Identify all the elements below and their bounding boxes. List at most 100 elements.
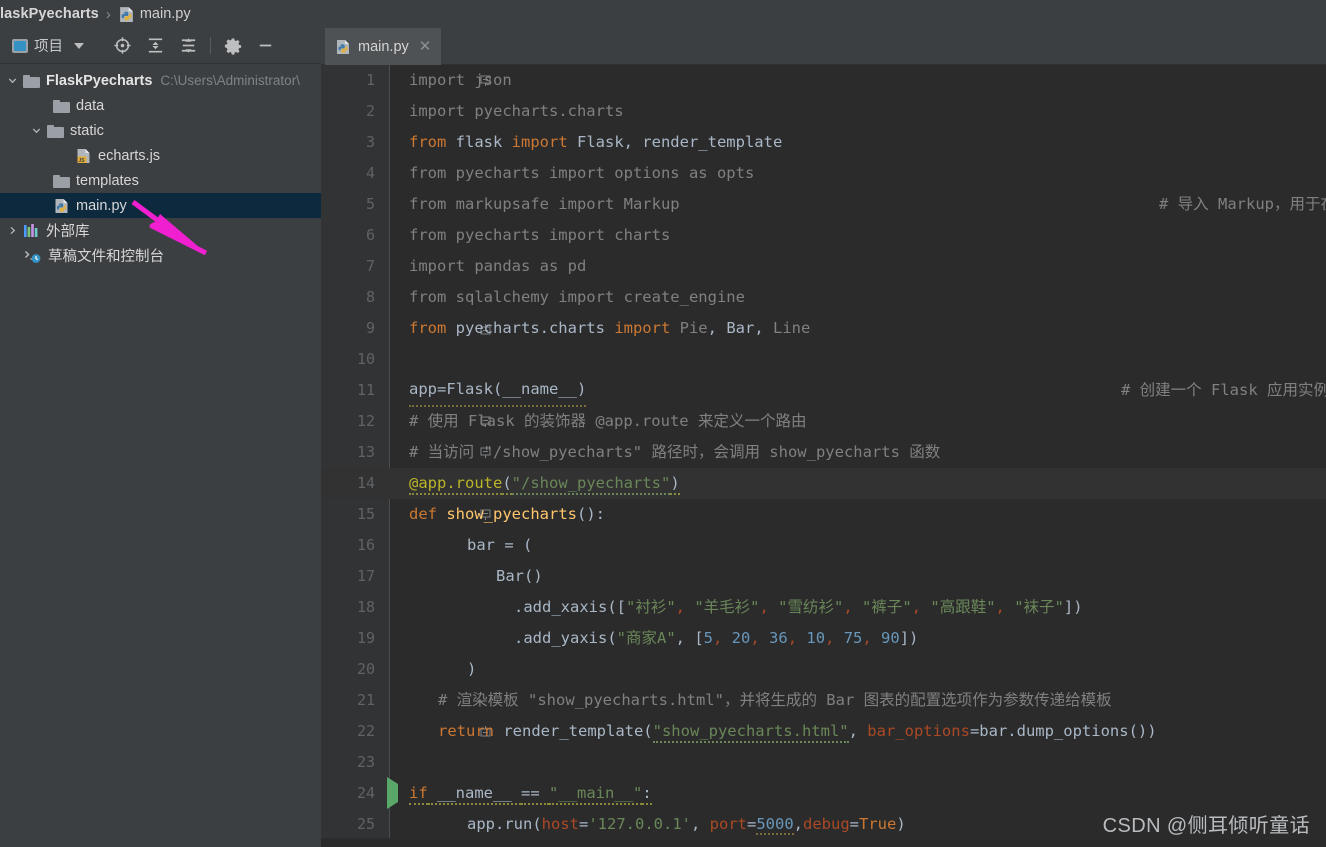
code-line[interactable]: 10 <box>321 344 1326 375</box>
locate-target-icon[interactable] <box>106 31 139 61</box>
code-line[interactable]: 18 .add_xaxis(["衬衫", "羊毛衫", "雪纺衫", "裤子",… <box>321 592 1326 623</box>
code-line[interactable]: 14 @app.route("/show_pyecharts") <box>321 468 1326 499</box>
code-text: import pandas as pd <box>409 257 587 275</box>
expand-all-icon[interactable] <box>139 31 172 61</box>
token-comma: , <box>793 815 803 833</box>
line-number: 2 <box>365 102 375 120</box>
tree-row-scratches-consoles[interactable]: 草稿文件和控制台 <box>0 243 321 268</box>
code-line[interactable]: 6 from pyecharts import charts <box>321 220 1326 251</box>
code-line[interactable]: 17 Bar() <box>321 561 1326 592</box>
token-colon: : <box>642 784 652 805</box>
line-number: 12 <box>356 412 375 430</box>
code-text: # 使用 Flask 的装饰器 @app.route 来定义一个路由 <box>409 412 807 430</box>
tree-row-main-py[interactable]: main.py <box>0 193 321 218</box>
tree-label: data <box>76 97 105 114</box>
code-line[interactable]: 20 ) <box>321 654 1326 685</box>
token-name-pie: Pie <box>670 319 708 337</box>
line-number: 24 <box>356 784 375 802</box>
breadcrumb-project[interactable]: laskPyecharts <box>0 6 99 22</box>
minimize-icon[interactable] <box>249 31 282 61</box>
code-content[interactable]: 1 import json 2 import pyecharts.charts … <box>321 65 1326 847</box>
code-line[interactable]: 9 from pyecharts.charts import Pie, Bar,… <box>321 313 1326 344</box>
line-number: 6 <box>365 226 375 244</box>
code-line[interactable]: 7 import pandas as pd <box>321 251 1326 282</box>
token-equals: = <box>849 815 860 833</box>
code-line[interactable]: 15 def show_pyecharts(): <box>321 499 1326 530</box>
close-icon[interactable]: ✕ <box>419 39 432 54</box>
tree-row-data[interactable]: data <box>0 93 321 118</box>
token-comma: , <box>690 815 710 833</box>
settings-gear-icon[interactable] <box>216 31 249 61</box>
code-line[interactable]: 4 from pyecharts import options as opts <box>321 158 1326 189</box>
code-line[interactable]: 11 app=Flask(__name__) # 创建一个 Flask 应用实例 <box>321 374 1326 407</box>
token-string: "衬衫" <box>625 598 676 616</box>
chevron-down-icon[interactable] <box>30 124 43 137</box>
token-string: '127.0.0.1' <box>588 815 691 833</box>
tree-label: echarts.js <box>98 147 161 164</box>
tree-row-templates[interactable]: templates <box>0 168 321 193</box>
token-paren: ( <box>502 474 512 495</box>
ide-window: laskPyecharts › main.py 项目 FlaskPyechart… <box>0 0 1326 847</box>
code-text: .add_yaxis("商家A", [5, 20, 36, 10, 75, 90… <box>514 629 919 647</box>
code-line[interactable]: 16 bar = ( <box>321 530 1326 561</box>
tree-row-echarts-js[interactable]: JS echarts.js <box>0 143 321 168</box>
project-file-tree[interactable]: FlaskPyecharts C:\Users\Administrator\ d… <box>0 64 321 847</box>
breadcrumb-file[interactable]: main.py <box>140 6 191 22</box>
tree-row-external-libraries[interactable]: 外部库 <box>0 218 321 243</box>
chevron-down-icon[interactable] <box>74 42 84 49</box>
code-line[interactable]: 8 from sqlalchemy import create_engine <box>321 282 1326 313</box>
line-number: 20 <box>356 660 375 678</box>
line-number: 10 <box>356 350 375 368</box>
code-line[interactable]: 24 if __name__ == "__main__": <box>321 777 1326 809</box>
code-text: return render_template("show_pyecharts.h… <box>438 716 1157 747</box>
code-text: ) <box>467 660 477 678</box>
tree-label: templates <box>76 172 139 189</box>
code-line[interactable]: 1 import json <box>321 65 1326 96</box>
editor-tab-label: main.py <box>358 38 409 55</box>
code-line[interactable]: 23 <box>321 747 1326 778</box>
line-number: 13 <box>356 443 375 461</box>
code-line[interactable]: 13 # 当访问 "/show_pyecharts" 路径时，会调用 show_… <box>321 437 1326 468</box>
code-line[interactable]: 21 # 渲染模板 "show_pyecharts.html"，并将生成的 Ba… <box>321 685 1326 716</box>
token-equals: = <box>746 815 757 833</box>
token-keyword: import <box>511 133 568 151</box>
project-view-selector[interactable]: 项目 <box>0 35 84 56</box>
chevron-down-icon[interactable] <box>6 74 19 87</box>
code-line[interactable]: 2 import pyecharts.charts <box>321 96 1326 127</box>
breadcrumb: laskPyecharts › main.py <box>0 0 1326 28</box>
token-decorator: @app.route <box>409 474 503 495</box>
code-line[interactable]: 5 from markupsafe import Markup # 导入 Mar… <box>321 189 1326 220</box>
code-text: from sqlalchemy import create_engine <box>409 288 745 306</box>
token-string: "裤子" <box>862 598 912 616</box>
editor-horizontal-scrollbar[interactable] <box>321 838 1326 847</box>
editor-tab-main-py[interactable]: main.py ✕ <box>325 28 442 65</box>
folder-icon <box>46 123 64 139</box>
code-text: app=Flask(__name__) <box>409 374 587 407</box>
line-number: 21 <box>356 691 375 709</box>
tree-row-flaskpyecharts[interactable]: FlaskPyecharts C:\Users\Administrator\ <box>0 68 321 93</box>
code-text: @app.route("/show_pyecharts") <box>409 468 680 499</box>
project-panel-icon <box>12 38 28 53</box>
code-line[interactable]: 3 from flask import Flask, render_templa… <box>321 127 1326 158</box>
token-expression: bar.dump_options()) <box>979 722 1157 740</box>
project-toolbar: 项目 <box>0 28 321 64</box>
code-editor[interactable]: 1 import json 2 import pyecharts.charts … <box>321 65 1326 847</box>
line-number: 8 <box>365 288 375 306</box>
token-module: pyecharts.charts <box>446 319 615 337</box>
toolbar-divider <box>210 37 211 54</box>
code-text: # 渲染模板 "show_pyecharts.html"，并将生成的 Bar 图… <box>438 691 1112 709</box>
code-line[interactable]: 22 return render_template("show_pyechart… <box>321 716 1326 747</box>
token-boolean: True <box>859 815 897 833</box>
token-names: Flask, render_template <box>567 133 783 151</box>
run-icon[interactable] <box>383 777 401 809</box>
tree-row-static[interactable]: static <box>0 118 321 143</box>
code-text: bar = ( <box>467 536 533 554</box>
code-line[interactable]: 19 .add_yaxis("商家A", [5, 20, 36, 10, 75,… <box>321 623 1326 654</box>
chevron-right-icon[interactable] <box>6 224 19 237</box>
token-kwarg: debug <box>803 815 850 833</box>
token-kwarg: port <box>709 815 747 833</box>
inline-comment: # 创建一个 Flask 应用实例 <box>1121 381 1326 399</box>
code-line[interactable]: 12 # 使用 Flask 的装饰器 @app.route 来定义一个路由 <box>321 406 1326 437</box>
line-number: 5 <box>365 195 375 213</box>
collapse-all-icon[interactable] <box>172 31 205 61</box>
